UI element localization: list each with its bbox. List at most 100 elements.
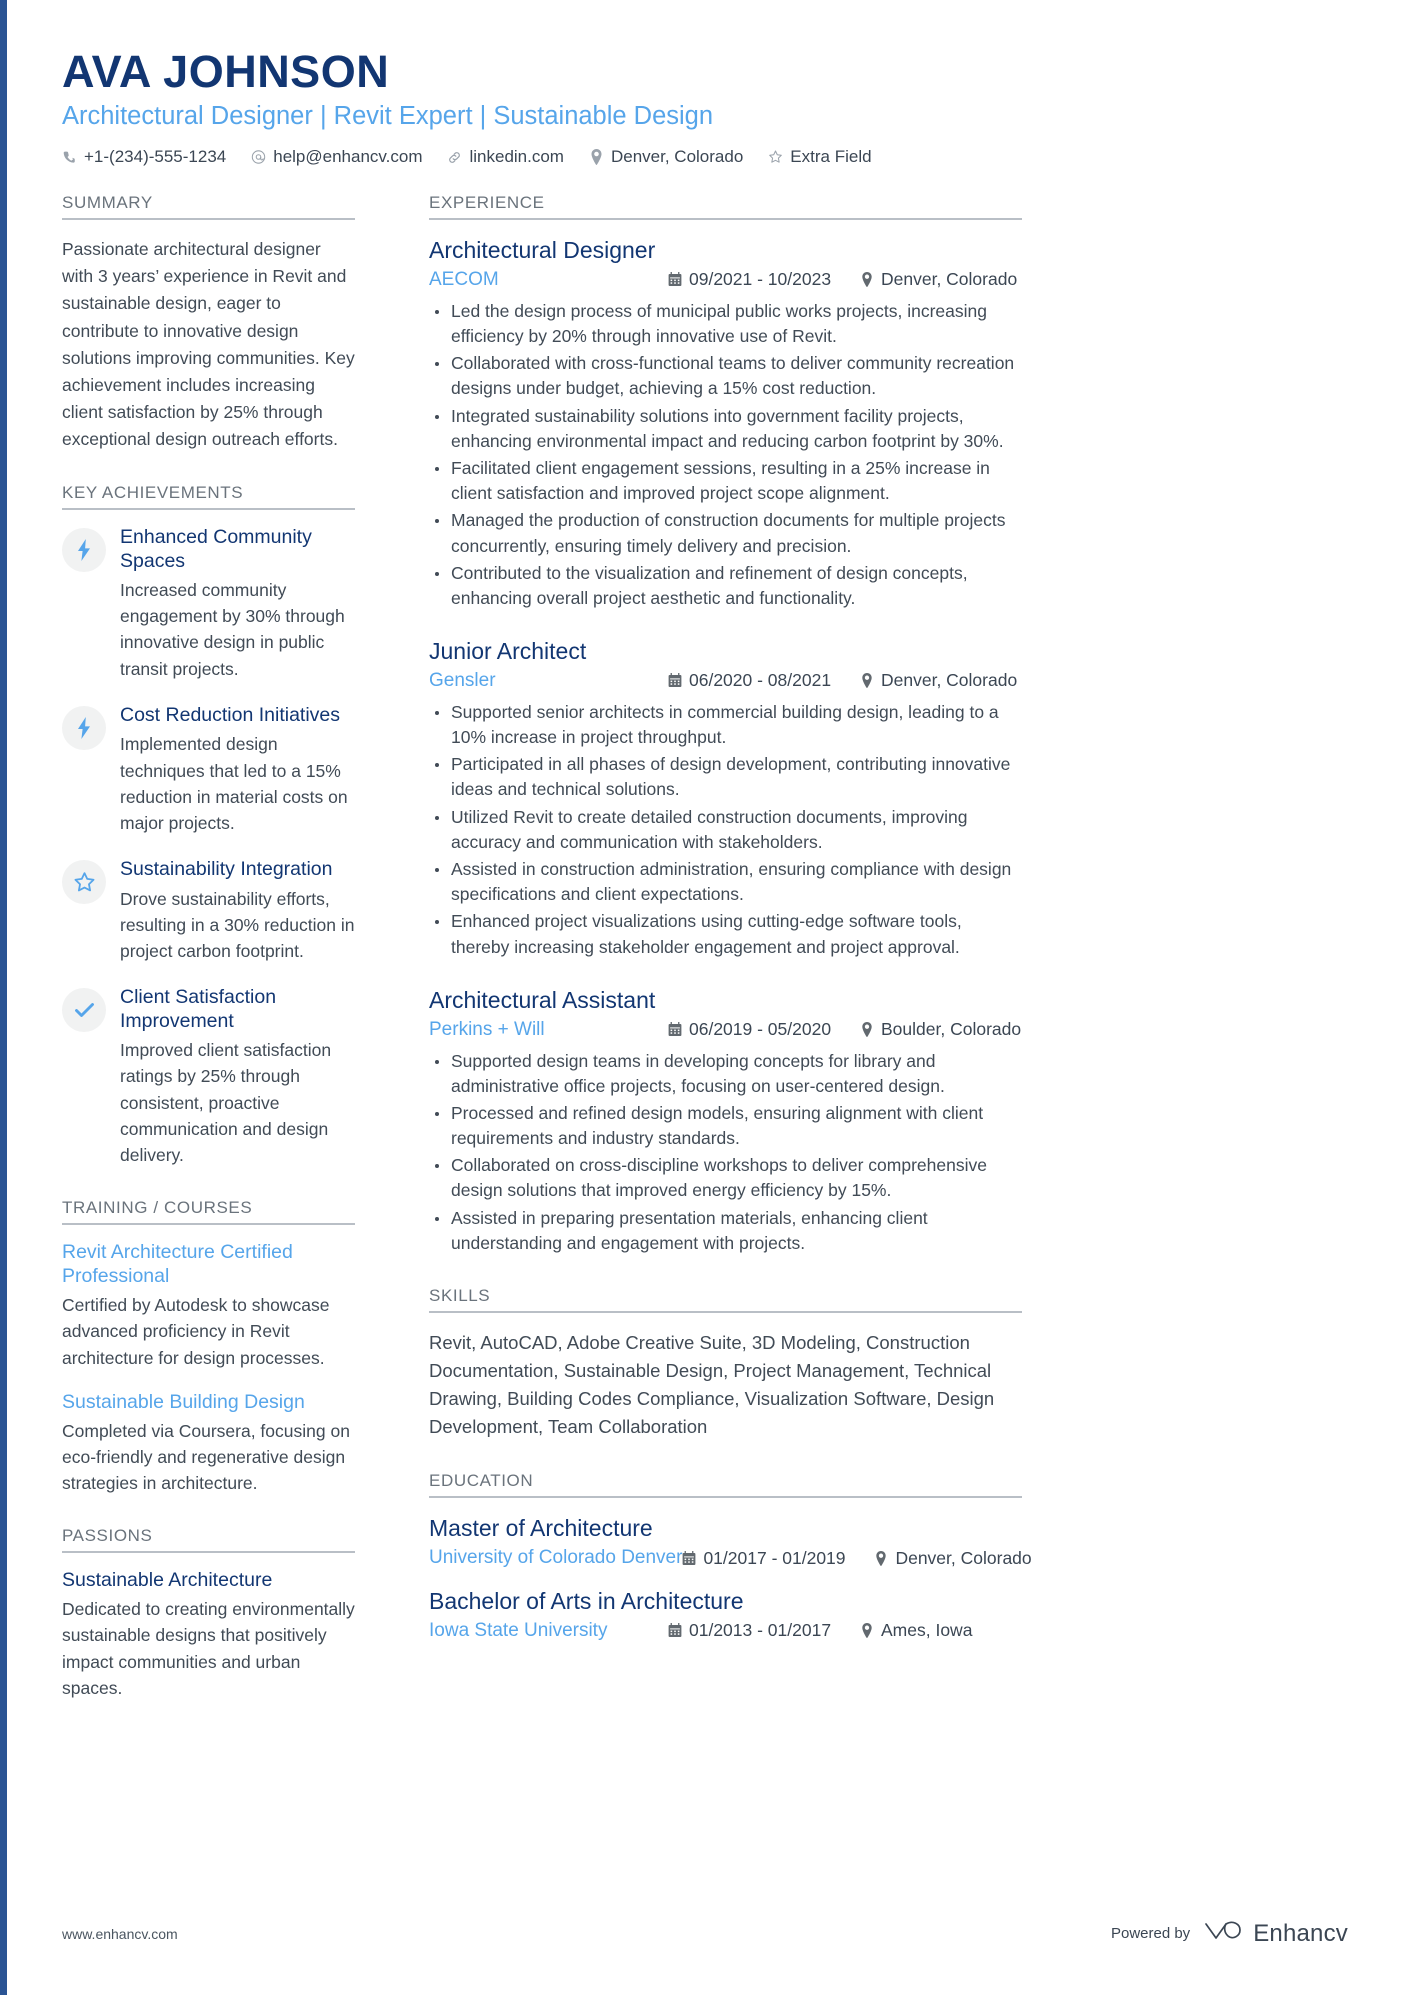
job-bullet: Led the design process of municipal publ… [429, 299, 1022, 349]
section-title-experience: EXPERIENCE [429, 193, 1022, 221]
passion-item: Sustainable Architecture Dedicated to cr… [62, 1569, 355, 1701]
location-icon [860, 673, 874, 689]
job-bullets: Supported design teams in developing con… [429, 1049, 1022, 1257]
section-key-achievements: KEY ACHIEVEMENTS Enhanced Community Spac… [62, 483, 355, 1168]
skills-text: Revit, AutoCAD, Adobe Creative Suite, 3D… [429, 1332, 995, 1438]
job-role: Architectural Designer [429, 237, 656, 264]
job-bullet: Assisted in construction administration,… [429, 857, 1022, 907]
experience-item: Junior Architect Gensler 06/2020 - 08/20… [429, 637, 1022, 960]
achievement-icon-badge [62, 705, 106, 750]
section-summary: SUMMARY Passionate architectural designe… [62, 193, 355, 453]
education-degree: Bachelor of Arts in Architecture [429, 1588, 744, 1615]
experience-item: Architectural Designer AECOM 09/2021 - 1… [429, 236, 1022, 611]
achievement-item: Sustainability Integration Drove sustain… [62, 858, 355, 964]
location-icon [589, 149, 604, 165]
enhancv-logo: Enhancv [1202, 1918, 1348, 1949]
calendar-icon [682, 1550, 696, 1566]
resume-header: AVA JOHNSON Architectural Designer | Rev… [62, 48, 1348, 167]
achievement-icon-badge [62, 988, 106, 1033]
job-bullet: Contributed to the visualization and ref… [429, 561, 1022, 611]
contact-email-text: help@enhancv.com [273, 147, 423, 167]
contact-location-text: Denver, Colorado [610, 147, 744, 167]
enhancv-mark-icon [1202, 1918, 1244, 1949]
contact-link-text: linkedin.com [469, 147, 564, 167]
job-bullet: Collaborated on cross-discipline worksho… [429, 1153, 1022, 1203]
training-item: Sustainable Building Design Completed vi… [62, 1391, 355, 1497]
achievement-item: Cost Reduction Initiatives Implemented d… [62, 704, 355, 836]
achievement-icon-badge [62, 860, 106, 905]
footer-url[interactable]: www.enhancv.com [62, 1926, 178, 1942]
sidebar: SUMMARY Passionate architectural designe… [62, 193, 377, 1731]
job-company: Gensler [429, 669, 496, 691]
job-bullet: Processed and refined design models, ens… [429, 1101, 1022, 1151]
calendar-icon [668, 673, 682, 688]
job-dates: 09/2021 - 10/2023 [668, 269, 860, 290]
section-training-courses: TRAINING / COURSES Revit Architecture Ce… [62, 1198, 355, 1496]
job-bullet: Enhanced project visualizations using cu… [429, 909, 1022, 959]
job-bullet: Managed the production of construction d… [429, 508, 1022, 558]
email-icon [251, 150, 266, 165]
passion-title: Sustainable Architecture [62, 1569, 273, 1592]
training-item: Revit Architecture Certified Professiona… [62, 1241, 355, 1370]
star-icon [768, 150, 783, 165]
job-bullet: Supported design teams in developing con… [429, 1049, 1022, 1099]
job-company: Perkins + Will [429, 1018, 545, 1040]
job-company: AECOM [429, 268, 499, 290]
achievement-title: Sustainability Integration [120, 858, 333, 881]
enhancv-wordmark: Enhancv [1253, 1919, 1348, 1947]
job-bullet: Supported senior architects in commercia… [429, 700, 1022, 750]
contact-phone[interactable]: +1-(234)-555-1234 [62, 147, 226, 167]
education-location: Ames, Iowa [860, 1620, 1022, 1641]
location-icon [860, 1022, 874, 1037]
contact-location: Denver, Colorado [589, 147, 743, 167]
achievement-item: Enhanced Community Spaces Increased comm… [62, 526, 355, 682]
achievement-desc: Implemented design techniques that led t… [120, 734, 348, 834]
job-bullets: Led the design process of municipal publ… [429, 299, 1022, 611]
job-location-text: Denver, Colorado [881, 670, 1018, 691]
section-skills: SKILLS Revit, AutoCAD, Adobe Creative Su… [429, 1286, 1022, 1441]
lightning-bolt-icon [74, 539, 94, 562]
education-dates-text: 01/2013 - 01/2017 [689, 1620, 832, 1641]
job-dates-text: 06/2020 - 08/2021 [689, 670, 832, 691]
star-outline-icon [73, 871, 96, 894]
contact-phone-text: +1-(234)-555-1234 [84, 147, 227, 167]
training-desc: Completed via Coursera, focusing on eco-… [62, 1420, 350, 1494]
job-role: Architectural Assistant [429, 986, 656, 1013]
calendar-icon [668, 272, 682, 287]
training-desc: Certified by Autodesk to showcase advanc… [62, 1295, 330, 1368]
achievement-desc: Improved client satisfaction ratings by … [120, 1040, 332, 1166]
achievement-title: Client Satisfaction Improvement [120, 986, 277, 1032]
job-dates: 06/2019 - 05/2020 [668, 1019, 860, 1040]
education-degree: Master of Architecture [429, 1515, 653, 1542]
contact-link[interactable]: linkedin.com [447, 147, 564, 167]
contact-extra: Extra Field [768, 147, 872, 167]
job-bullet: Utilized Revit to create detailed constr… [429, 805, 1022, 855]
achievement-desc: Drove sustainability efforts, resulting … [120, 888, 355, 962]
location-icon [860, 272, 874, 288]
education-school: Iowa State University [429, 1619, 608, 1641]
education-dates: 01/2013 - 01/2017 [668, 1620, 860, 1641]
job-meta-row: AECOM 09/2021 - 10/2023 Denver, Colorado [429, 269, 1022, 291]
job-bullet: Integrated sustainability solutions into… [429, 404, 1022, 454]
job-bullet: Assisted in preparing presentation mater… [429, 1206, 1022, 1256]
header-tagline: Architectural Designer | Revit Expert | … [62, 102, 714, 131]
location-icon [860, 1623, 874, 1639]
link-icon [447, 150, 462, 165]
education-location-text: Ames, Iowa [881, 1620, 973, 1641]
job-bullet: Facilitated client engagement sessions, … [429, 456, 1022, 506]
achievement-desc: Increased community engagement by 30% th… [120, 579, 345, 679]
powered-by-label: Powered by [1110, 1925, 1191, 1942]
contact-email[interactable]: help@enhancv.com [251, 147, 422, 167]
section-title-training-courses: TRAINING / COURSES [62, 1198, 355, 1226]
education-item: Master of Architecture University of Col… [429, 1514, 1032, 1569]
page-title: AVA JOHNSON [62, 46, 390, 97]
education-item: Bachelor of Arts in Architecture Iowa St… [429, 1587, 1022, 1642]
job-location-text: Boulder, Colorado [881, 1019, 1022, 1039]
resume-page: AVA JOHNSON Architectural Designer | Rev… [0, 0, 1410, 1995]
job-meta-row: Gensler 06/2020 - 08/2021 Denver, Colora… [429, 670, 1022, 692]
job-bullet: Collaborated with cross-functional teams… [429, 351, 1022, 401]
job-bullets: Supported senior architects in commercia… [429, 700, 1022, 960]
education-dates-text: 01/2017 - 01/2019 [703, 1547, 846, 1568]
calendar-icon [668, 1623, 682, 1638]
contact-extra-text: Extra Field [790, 147, 872, 167]
